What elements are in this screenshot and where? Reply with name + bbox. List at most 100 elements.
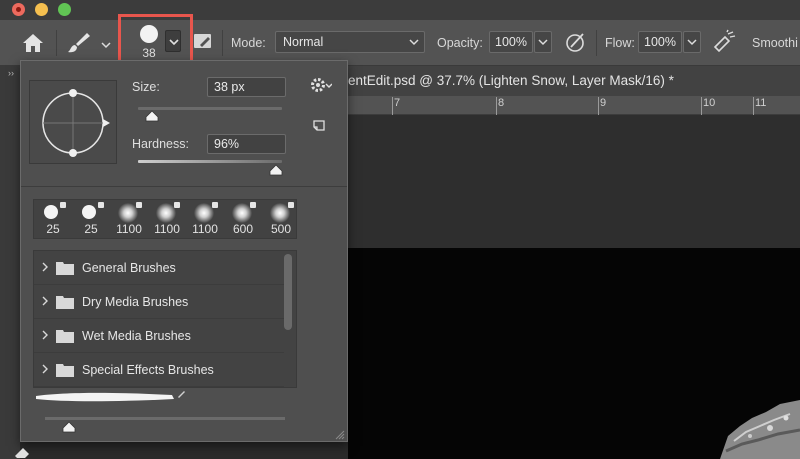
flow-dropdown-button[interactable] xyxy=(683,31,701,53)
brush-preset-picker-button[interactable] xyxy=(165,30,181,52)
brush-folder-name: Special Effects Brushes xyxy=(82,363,214,377)
brush-folder-name: General Brushes xyxy=(82,261,176,275)
hardness-slider-thumb[interactable] xyxy=(269,164,283,176)
brush-tool-chevron-down-icon[interactable] xyxy=(101,40,111,50)
folder-icon xyxy=(56,364,74,377)
close-window-button[interactable] xyxy=(12,3,25,16)
opacity-dropdown-button[interactable] xyxy=(534,31,552,53)
recent-brush-preset[interactable]: 25 xyxy=(72,200,110,238)
soft-round-brush-icon xyxy=(194,203,214,223)
preview-size-slider-thumb[interactable] xyxy=(62,421,76,433)
brush-folder-row[interactable]: Dry Media Brushes xyxy=(34,285,284,319)
brush-tool-icon[interactable] xyxy=(66,31,92,55)
chevron-right-icon[interactable] xyxy=(41,364,49,374)
mode-label: Mode: xyxy=(231,36,266,50)
recent-brush-preset[interactable]: 600 xyxy=(224,200,262,238)
recent-brush-size: 600 xyxy=(232,222,254,236)
ruler-tick xyxy=(392,97,393,115)
separator xyxy=(222,30,223,56)
recent-brush-size: 25 xyxy=(84,222,98,236)
recent-brush-size: 500 xyxy=(270,222,292,236)
rock-texture xyxy=(720,400,800,459)
tool-preset-badge-icon xyxy=(288,202,294,208)
brush-roundness-icon xyxy=(42,89,110,157)
canvas-pasteboard xyxy=(348,115,800,248)
tool-preset-badge-icon xyxy=(98,202,104,208)
ruler-tick-label: 9 xyxy=(600,97,607,109)
size-slider-thumb[interactable] xyxy=(145,110,159,122)
chevron-down-icon xyxy=(538,39,548,46)
chevron-down-icon xyxy=(409,39,419,46)
ruler-tick xyxy=(496,97,497,115)
recent-brush-preset[interactable]: 1100 xyxy=(186,200,224,238)
recent-brush-size: 1100 xyxy=(116,222,142,236)
folder-icon xyxy=(56,330,74,343)
hardness-slider-track[interactable] xyxy=(138,160,282,163)
hard-round-brush-icon xyxy=(44,205,58,219)
collapse-panel-icon[interactable]: ›› xyxy=(8,68,18,78)
hardness-label: Hardness: xyxy=(132,137,189,151)
resize-grip-icon[interactable] xyxy=(333,428,345,440)
chevron-right-icon[interactable] xyxy=(41,330,49,340)
folder-icon xyxy=(56,296,74,309)
gear-icon[interactable] xyxy=(310,76,332,94)
ruler-tick-label: 10 xyxy=(703,97,716,109)
mode-value: Normal xyxy=(283,35,324,49)
hardness-input[interactable]: 96% xyxy=(207,134,286,154)
brush-folder-name: Dry Media Brushes xyxy=(82,295,189,309)
opacity-label: Opacity: xyxy=(437,36,483,50)
ruler-tick xyxy=(753,97,754,115)
folder-icon xyxy=(56,262,74,275)
mode-dropdown[interactable]: Normal xyxy=(275,31,425,53)
soft-round-brush-icon xyxy=(270,203,290,223)
chevron-right-icon[interactable] xyxy=(41,296,49,306)
recent-brush-size: 1100 xyxy=(192,222,218,236)
size-slider-track[interactable] xyxy=(138,107,282,110)
brush-folder-row[interactable]: Special Effects Brushes xyxy=(34,353,284,387)
eraser-tool-icon[interactable] xyxy=(12,444,32,459)
document-tab[interactable]: entEdit.psd @ 37.7% (Lighten Snow, Layer… xyxy=(348,73,674,88)
chevron-right-icon[interactable] xyxy=(41,262,49,272)
ruler-tick-label: 7 xyxy=(394,97,401,109)
brush-stroke-preview xyxy=(36,392,174,402)
pressure-opacity-icon[interactable] xyxy=(563,29,589,55)
brush-tool-small-icon xyxy=(178,391,185,398)
brush-folder-row[interactable]: Wet Media Brushes xyxy=(34,319,284,353)
recent-brush-size: 25 xyxy=(46,222,60,236)
recent-brush-size: 1100 xyxy=(154,222,180,236)
chevron-down-icon xyxy=(687,39,697,46)
brush-angle-roundness-preview[interactable] xyxy=(29,80,117,164)
flow-input[interactable]: 100% xyxy=(638,31,682,53)
soft-round-brush-icon xyxy=(232,203,252,223)
separator xyxy=(56,30,57,56)
opacity-input[interactable]: 100% xyxy=(489,31,533,53)
smoothing-label: Smoothi xyxy=(752,36,798,50)
new-preset-icon[interactable] xyxy=(312,118,326,132)
tool-preset-badge-icon xyxy=(174,202,180,208)
soft-round-brush-icon xyxy=(156,203,176,223)
size-input[interactable]: 38 px xyxy=(207,77,286,97)
size-label: Size: xyxy=(132,80,160,94)
recent-brush-preset[interactable]: 500 xyxy=(262,200,300,238)
hard-round-brush-icon xyxy=(82,205,96,219)
recent-brush-preset[interactable]: 25 xyxy=(34,200,72,238)
preview-size-slider-track[interactable] xyxy=(45,417,285,420)
chevron-down-icon xyxy=(169,39,179,46)
horizontal-ruler xyxy=(348,96,800,115)
brush-settings-panel-icon[interactable] xyxy=(192,30,214,52)
soft-round-brush-icon xyxy=(118,203,138,223)
recent-brush-preset[interactable]: 1100 xyxy=(148,200,186,238)
airbrush-icon[interactable] xyxy=(711,29,737,55)
ruler-tick xyxy=(598,97,599,115)
brush-folder-row[interactable]: General Brushes xyxy=(34,251,284,285)
brush-tip-preview-icon[interactable] xyxy=(140,25,158,43)
folders-scrollbar[interactable] xyxy=(284,254,292,330)
tool-preset-badge-icon xyxy=(250,202,256,208)
zoom-window-button[interactable] xyxy=(58,3,71,16)
recent-brush-preset[interactable]: 1100 xyxy=(110,200,148,238)
tools-panel-strip: ›› xyxy=(0,66,20,459)
home-icon[interactable] xyxy=(22,33,44,53)
ruler-tick xyxy=(701,97,702,115)
separator xyxy=(596,30,597,56)
minimize-window-button[interactable] xyxy=(35,3,48,16)
